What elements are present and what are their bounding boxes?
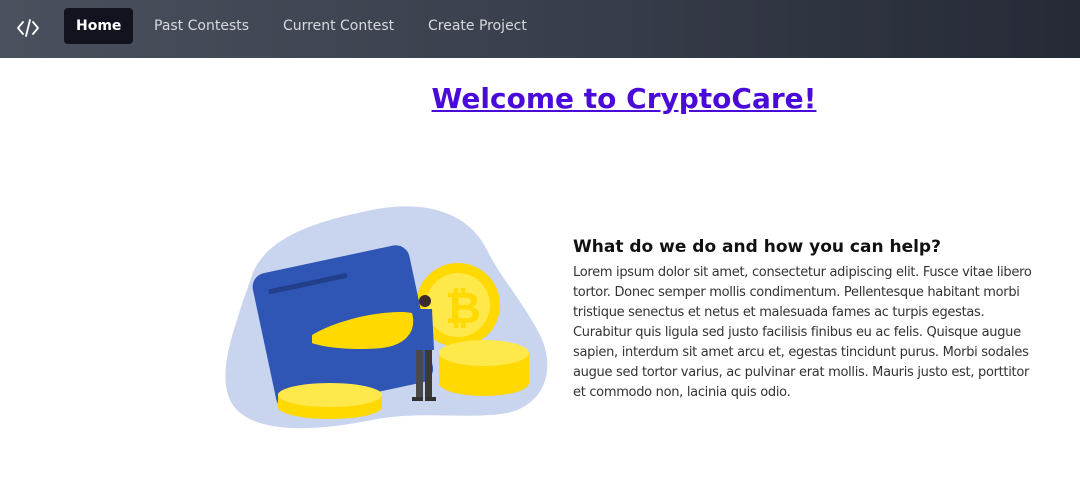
code-icon[interactable] xyxy=(15,15,41,41)
nav-home[interactable]: Home xyxy=(64,8,134,44)
nav-past-contests[interactable]: Past Contests xyxy=(142,8,261,44)
nav-current-contest[interactable]: Current Contest xyxy=(271,8,406,44)
svg-text:₿: ₿ xyxy=(445,283,481,334)
page-title-link[interactable]: Welcome to CryptoCare! xyxy=(0,82,1080,115)
top-navbar: Home Past Contests Current Contest Creat… xyxy=(0,0,1080,58)
section-heading: What do we do and how you can help? xyxy=(573,237,941,257)
nav-create-project[interactable]: Create Project xyxy=(416,8,539,44)
section-body: Lorem ipsum dolor sit amet, consectetur … xyxy=(573,265,1032,400)
crypto-wallet-illustration: ₿ xyxy=(225,206,548,429)
